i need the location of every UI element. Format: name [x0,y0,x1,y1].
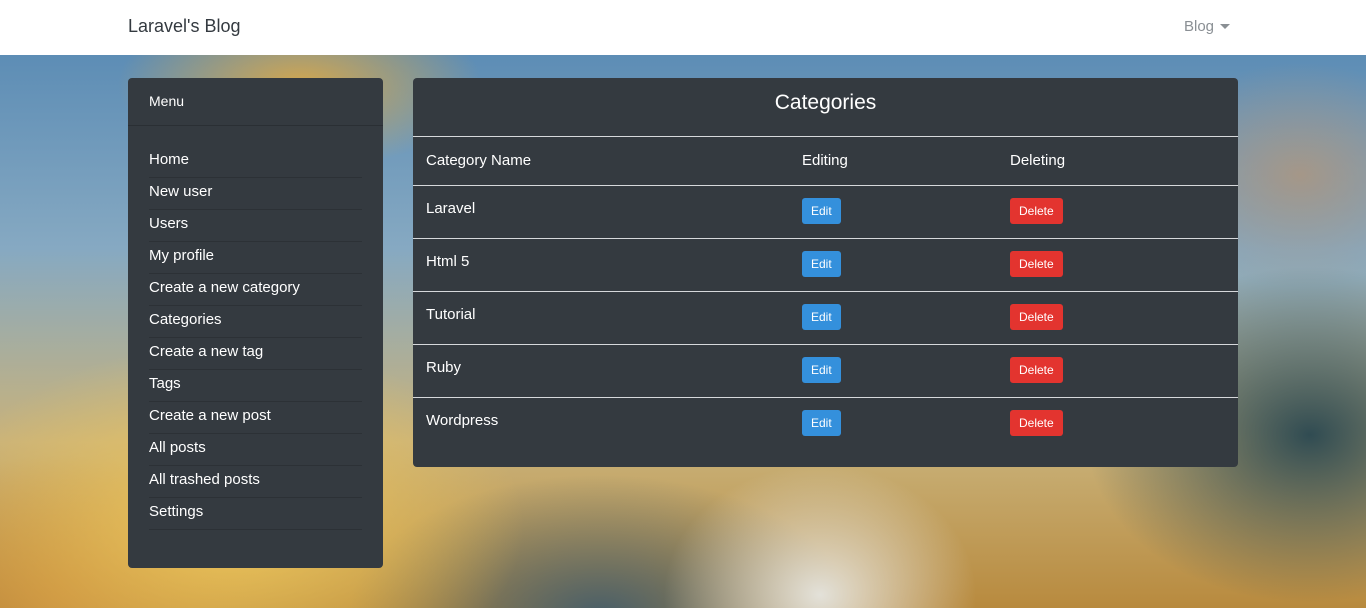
delete-button[interactable]: Delete [1010,356,1063,383]
page-title: Categories [413,78,1238,137]
sidebar-item-create-tag[interactable]: Create a new tag [149,338,362,370]
sidebar-item-home[interactable]: Home [149,146,362,178]
sidebar-item-all-posts[interactable]: All posts [149,434,362,466]
blog-dropdown-label: Blog [1184,18,1215,35]
categories-panel: Categories Category Name Editing Deletin… [413,78,1238,467]
edit-button[interactable]: Edit [802,250,841,277]
sidebar-item-tags[interactable]: Tags [149,370,362,402]
sidebar-item-create-category[interactable]: Create a new category [149,274,362,306]
table-row: Html 5 Edit Delete [413,238,1238,292]
sidebar-menu: Home New user Users My profile Create a … [128,126,383,530]
column-header-category-name: Category Name [413,137,789,186]
edit-button[interactable]: Edit [802,356,841,383]
column-header-deleting: Deleting [997,137,1238,186]
delete-cell: Delete [997,291,1238,345]
category-name: Ruby [413,344,789,398]
category-name: Laravel [413,185,789,239]
edit-cell: Edit [789,238,997,292]
delete-button[interactable]: Delete [1010,197,1063,224]
category-name: Tutorial [413,291,789,345]
sidebar-header: Menu [128,78,383,126]
delete-cell: Delete [997,238,1238,292]
column-header-editing: Editing [789,137,997,186]
blog-dropdown[interactable]: Blog [1184,18,1231,35]
edit-cell: Edit [789,344,997,398]
navbar: Laravel's Blog Blog [0,0,1366,55]
sidebar-item-new-user[interactable]: New user [149,178,362,210]
sidebar-item-create-post[interactable]: Create a new post [149,402,362,434]
edit-button[interactable]: Edit [802,409,841,436]
sidebar-item-categories[interactable]: Categories [149,306,362,338]
category-name: Html 5 [413,238,789,292]
table-row: Laravel Edit Delete [413,185,1238,239]
edit-cell: Edit [789,291,997,345]
sidebar-item-users[interactable]: Users [149,210,362,242]
category-name: Wordpress [426,411,499,429]
delete-button[interactable]: Delete [1010,409,1063,436]
delete-cell: Delete [997,397,1238,450]
edit-cell: Edit [789,185,997,239]
table-header-row: Category Name Editing Deleting [413,137,1238,186]
delete-cell: Delete [997,344,1238,398]
table-row: Wordpress Edit Delete [413,397,1238,450]
sidebar-item-settings[interactable]: Settings [149,498,362,530]
sidebar-item-my-profile[interactable]: My profile [149,242,362,274]
caret-down-icon [1220,24,1231,29]
table-row: Ruby Edit Delete [413,344,1238,398]
delete-button[interactable]: Delete [1010,303,1063,330]
sidebar: Menu Home New user Users My profile Crea… [128,78,383,568]
edit-cell: Edit [789,397,997,450]
sidebar-item-trashed-posts[interactable]: All trashed posts [149,466,362,498]
brand-link[interactable]: Laravel's Blog [128,16,241,37]
categories-table: Category Name Editing Deleting Laravel E… [413,137,1238,450]
edit-button[interactable]: Edit [802,303,841,330]
edit-button[interactable]: Edit [802,197,841,224]
delete-button[interactable]: Delete [1010,250,1063,277]
delete-cell: Delete [997,185,1238,239]
table-row: Tutorial Edit Delete [413,291,1238,345]
